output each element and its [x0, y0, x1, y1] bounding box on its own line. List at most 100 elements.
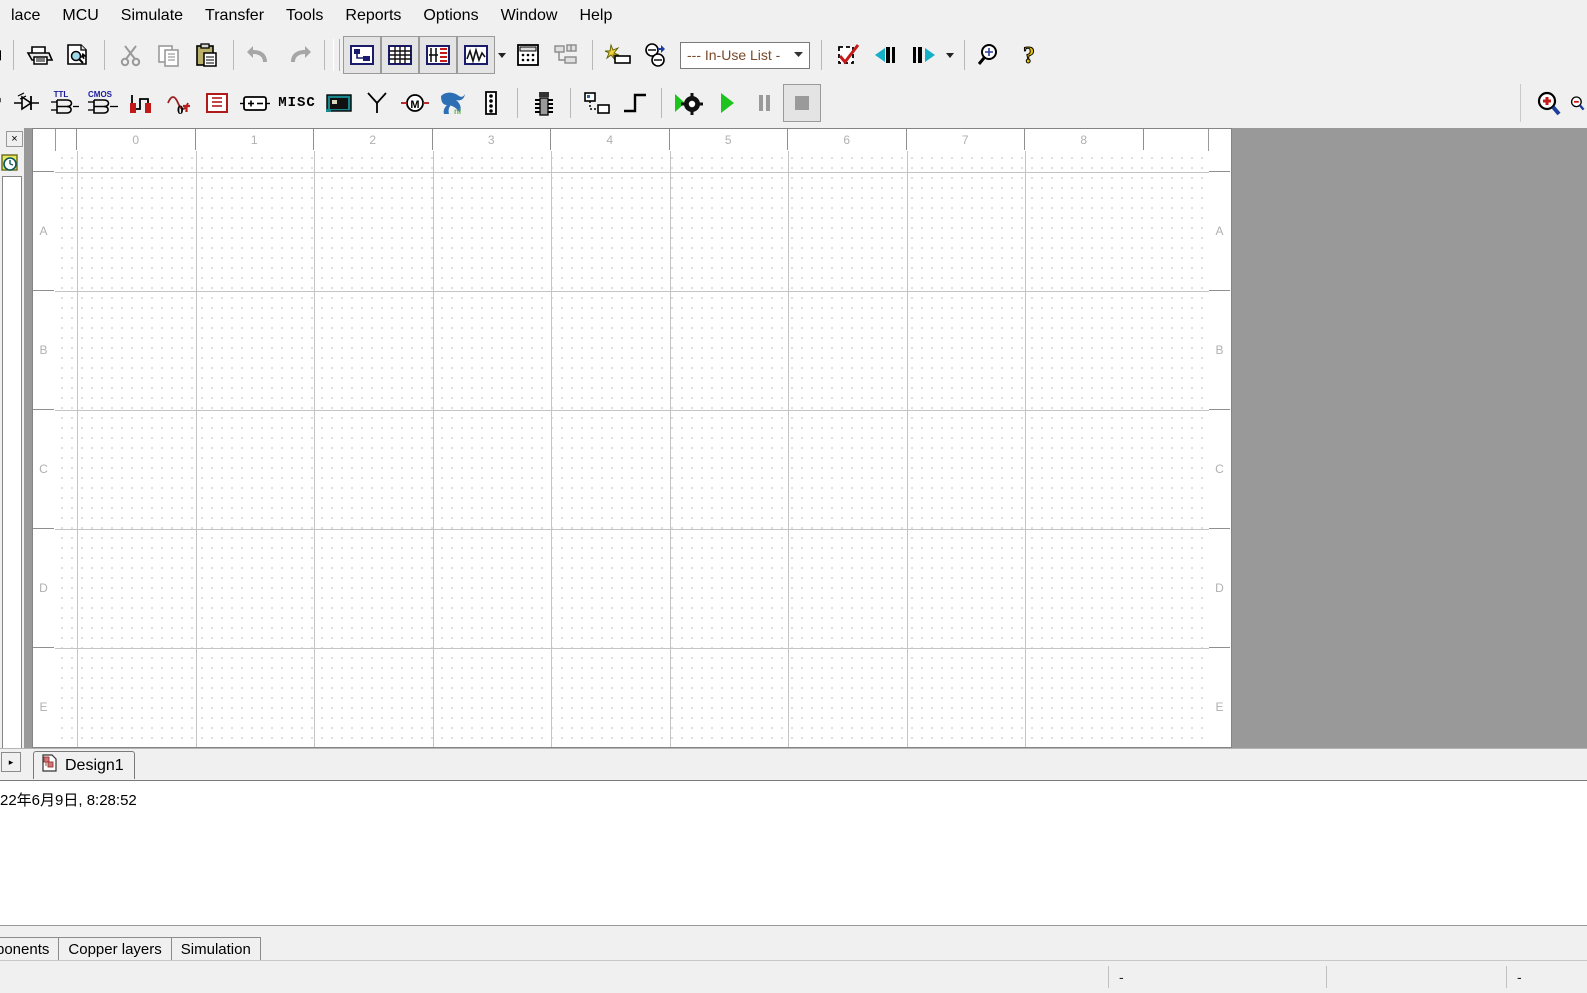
- place-mixed-button[interactable]: 0: [160, 84, 198, 122]
- place-rf-button[interactable]: [358, 84, 396, 122]
- toggle-database-button[interactable]: [419, 36, 457, 74]
- toolbar-row-standard: --- In-Use List -: [0, 31, 1587, 79]
- open-file-button[interactable]: [0, 36, 6, 74]
- place-advanced-peripherals-button[interactable]: [320, 84, 358, 122]
- schematic-sheet-window[interactable]: 012345678 ABCDE ABCDE: [32, 128, 1232, 748]
- new-component-button[interactable]: [600, 36, 638, 74]
- ruler-tick: C: [33, 410, 54, 529]
- chevron-down-icon[interactable]: [943, 36, 957, 74]
- in-use-list-combo[interactable]: --- In-Use List -: [680, 42, 810, 69]
- exchange-component-button[interactable]: [638, 36, 676, 74]
- place-cmos-button[interactable]: CMOS: [84, 84, 122, 122]
- ruler-tick: D: [33, 529, 54, 648]
- place-bus-button[interactable]: [616, 84, 654, 122]
- place-diode-button[interactable]: [8, 84, 46, 122]
- chevron-down-icon[interactable]: [495, 36, 509, 74]
- electrical-rules-check-button[interactable]: [829, 36, 867, 74]
- design-toolbox-tree[interactable]: [2, 176, 22, 751]
- ruler-vertical-left: ABCDE: [33, 129, 56, 747]
- toggle-grapher-button[interactable]: [457, 36, 495, 74]
- place-source-button[interactable]: [0, 84, 8, 122]
- place-power-button[interactable]: [236, 84, 274, 122]
- misc-label: MISC: [278, 95, 316, 111]
- place-ni-components-button[interactable]: ni: [434, 84, 472, 122]
- sheet-guide-line: [55, 410, 1209, 411]
- place-mcu-button[interactable]: [525, 84, 563, 122]
- close-icon[interactable]: ×: [6, 131, 23, 147]
- menu-item-simulate[interactable]: Simulate: [110, 3, 194, 29]
- spreadsheet-view[interactable]: 22年6月9日, 8:28:52: [0, 780, 1587, 926]
- find-button[interactable]: [972, 36, 1010, 74]
- ruler-horizontal: 012345678: [33, 129, 1231, 152]
- run-button[interactable]: [707, 84, 745, 122]
- back-annotate-button[interactable]: [867, 36, 905, 74]
- menu-item-reports[interactable]: Reports: [334, 3, 412, 29]
- sheet-tab-design1[interactable]: Design1: [33, 751, 135, 779]
- stop-button[interactable]: [783, 84, 821, 122]
- place-misc-button[interactable]: MISC: [274, 84, 320, 122]
- chevron-down-icon: [793, 50, 807, 60]
- ruler-tick: 4: [551, 129, 670, 150]
- menu-label: Options: [423, 7, 478, 24]
- redo-button[interactable]: [279, 36, 317, 74]
- forward-annotate-button[interactable]: [905, 36, 943, 74]
- ruler-tick: [1209, 151, 1230, 172]
- menu-item-window[interactable]: Window: [490, 3, 569, 29]
- cut-button[interactable]: [112, 36, 150, 74]
- toolbar-grip[interactable]: [333, 39, 340, 71]
- toolbar-separator: [104, 40, 105, 70]
- toggle-spreadsheet-view-button[interactable]: [381, 36, 419, 74]
- place-hierarchical-block-button[interactable]: [578, 84, 616, 122]
- toolbar-separator: [13, 40, 14, 70]
- menu-item-place[interactable]: lace: [0, 3, 51, 29]
- paste-button[interactable]: [188, 36, 226, 74]
- schematic-sheet-icon: [41, 754, 59, 777]
- postprocessor-button[interactable]: [509, 36, 547, 74]
- svg-text:ni: ni: [454, 107, 461, 116]
- sheet-guide-line: [433, 151, 434, 747]
- multisim-window: lace MCU Simulate Transfer Tools Reports…: [0, 0, 1587, 992]
- place-connectors-button[interactable]: [472, 84, 510, 122]
- toolbar-row-components: TTL CMOS: [0, 79, 1587, 127]
- chevron-right-icon: ▸: [9, 758, 14, 767]
- ruler-tick: 1: [196, 129, 315, 150]
- place-misc-digital-button[interactable]: [122, 84, 160, 122]
- menu-label: Window: [501, 7, 558, 24]
- zoom-in-button[interactable]: [1529, 84, 1567, 122]
- results-tab-components[interactable]: ponents: [0, 937, 59, 961]
- menu-item-help[interactable]: Help: [568, 3, 623, 29]
- toggle-design-toolbox-button[interactable]: [343, 36, 381, 74]
- help-button[interactable]: ?: [1010, 36, 1048, 74]
- results-tab-label: Copper layers: [68, 941, 161, 958]
- design-toolbox-titlebar: ×: [0, 128, 24, 150]
- ruler-tick: A: [33, 172, 54, 291]
- results-tab-simulation[interactable]: Simulation: [171, 937, 261, 961]
- copy-button[interactable]: [150, 36, 188, 74]
- menu-item-mcu[interactable]: MCU: [51, 3, 109, 29]
- sheet-tab-strip: ▸ Design1: [0, 748, 1587, 781]
- undo-button[interactable]: [241, 36, 279, 74]
- toolbar-separator: [964, 40, 965, 70]
- ruler-tick: D: [1209, 529, 1230, 648]
- ruler-tick: [55, 129, 77, 150]
- schematic-grid[interactable]: [55, 151, 1209, 747]
- zoom-out-button[interactable]: [1567, 84, 1587, 122]
- toolbar-separator: [570, 88, 571, 118]
- results-tab-copper-layers[interactable]: Copper layers: [58, 937, 171, 961]
- status-message: [0, 966, 1108, 988]
- menu-item-options[interactable]: Options: [412, 3, 489, 29]
- place-ttl-button[interactable]: TTL: [46, 84, 84, 122]
- simulation-settings-button[interactable]: [669, 84, 707, 122]
- design-history-clock-icon[interactable]: [0, 152, 24, 174]
- place-electromechanical-button[interactable]: M: [396, 84, 434, 122]
- hierarchy-button[interactable]: [547, 36, 585, 74]
- print-preview-button[interactable]: [59, 36, 97, 74]
- place-indicator-button[interactable]: [198, 84, 236, 122]
- sheet-tab-scroll-button[interactable]: ▸: [1, 752, 21, 772]
- menu-item-transfer[interactable]: Transfer: [194, 3, 275, 29]
- print-button[interactable]: [21, 36, 59, 74]
- pause-button[interactable]: [745, 84, 783, 122]
- menu-item-tools[interactable]: Tools: [275, 3, 334, 29]
- menu-label: MCU: [62, 7, 98, 24]
- status-coordinate-x: -: [1108, 966, 1326, 988]
